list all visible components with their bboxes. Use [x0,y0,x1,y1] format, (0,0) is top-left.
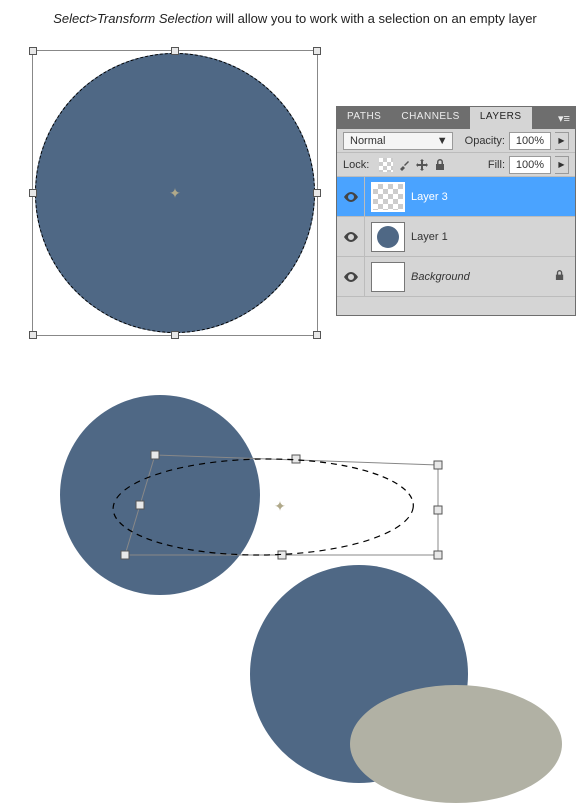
layer-thumbnail[interactable] [371,262,405,292]
layer-thumbnail[interactable] [371,222,405,252]
caption-text: Select>Transform Selection will allow yo… [40,10,550,28]
transform-handle-nw[interactable] [29,47,37,55]
transform-center-icon[interactable]: ✦ [274,498,286,514]
lock-all-button[interactable] [431,157,449,173]
layer-item-background[interactable]: Background [337,257,575,297]
tab-paths[interactable]: PATHS [337,107,391,129]
transform-handle-se[interactable] [313,331,321,339]
layer-list: Layer 3 Layer 1 Background [337,177,575,297]
caption-menu-path: Select>Transform Selection [53,11,212,26]
transform-bounding-box[interactable]: ✦ [32,50,318,336]
blend-opacity-row: Normal ▼ Opacity: 100% ▶ [337,129,575,153]
lock-button-group [377,157,449,173]
layer-name-label[interactable]: Background [411,271,555,283]
transform-handle-ne[interactable] [313,47,321,55]
transform-handle-s[interactable] [171,331,179,339]
caption-rest: will allow you to work with a selection … [212,11,536,26]
layer-name-label[interactable]: Layer 1 [411,231,575,243]
fill-input[interactable]: 100% [509,156,551,174]
transform-handle-e[interactable] [313,189,321,197]
panel-tab-row: PATHS CHANNELS LAYERS ▾≡ [337,107,575,129]
transform-handle-sw[interactable] [29,331,37,339]
eye-icon [344,272,358,282]
stage-result-demo [250,565,570,795]
thumb-circle-icon [377,226,399,248]
dashed-ellipse-selection [108,459,418,555]
opacity-input[interactable]: 100% [509,132,551,150]
brush-icon [398,159,410,171]
layer-item-layer1[interactable]: Layer 1 [337,217,575,257]
tab-channels[interactable]: CHANNELS [391,107,469,129]
opacity-flyout-icon[interactable]: ▶ [555,132,569,150]
lock-fill-row: Lock: Fill: 100% ▶ [337,153,575,177]
eye-icon [344,232,358,242]
chevron-down-icon: ▼ [437,135,448,147]
layer-lock-icon [555,270,565,284]
lock-icon [435,159,446,171]
transform-handle-n[interactable] [171,47,179,55]
lock-transparency-button[interactable] [377,157,395,173]
layer-thumbnail[interactable] [371,182,405,212]
transform-center-icon[interactable]: ✦ [168,186,182,200]
blend-mode-select[interactable]: Normal ▼ [343,132,453,150]
eye-icon [344,192,358,202]
canvas-transform-selection[interactable]: ✦ [32,50,318,336]
tab-layers[interactable]: LAYERS [470,107,532,129]
layers-panel: PATHS CHANNELS LAYERS ▾≡ Normal ▼ Opacit… [336,106,576,316]
blend-mode-value: Normal [350,135,385,147]
visibility-toggle[interactable] [337,257,365,296]
opacity-label: Opacity: [465,135,505,147]
panel-bottom-spacer [337,297,575,315]
grey-ellipse-fill [350,685,562,803]
layer-item-layer3[interactable]: Layer 3 [337,177,575,217]
lock-position-button[interactable] [413,157,431,173]
visibility-toggle[interactable] [337,217,365,256]
layer-name-label[interactable]: Layer 3 [411,191,575,203]
lock-label: Lock: [343,159,369,171]
visibility-toggle[interactable] [337,177,365,216]
fill-label: Fill: [488,159,505,171]
panel-menu-icon[interactable]: ▾≡ [553,107,575,129]
move-icon [416,159,428,171]
lock-pixels-button[interactable] [395,157,413,173]
checker-icon [379,158,393,172]
transform-handle-w[interactable] [29,189,37,197]
fill-flyout-icon[interactable]: ▶ [555,156,569,174]
